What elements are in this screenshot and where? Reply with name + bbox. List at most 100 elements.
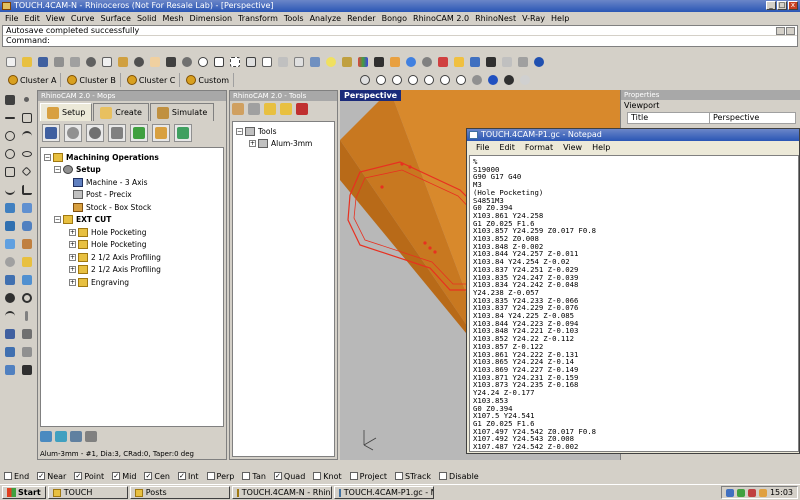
osnap-project[interactable]: Project [349,472,387,481]
expand-icon[interactable]: + [69,278,76,286]
rectangle-icon[interactable] [2,164,17,179]
menu-vray[interactable]: V-Ray [519,14,548,23]
tray-icon[interactable] [758,488,767,497]
light-icon[interactable] [452,55,466,69]
osnap-checkbox[interactable]: ✓ [37,472,46,480]
surface-icon[interactable] [2,200,17,215]
menu-rhinocam[interactable]: RhinoCAM 2.0 [410,14,472,23]
cluster-b-button[interactable]: Cluster B [63,73,121,87]
save-icon[interactable] [36,55,50,69]
layer-icon[interactable] [308,55,322,69]
simulate-settings-icon[interactable] [85,431,97,442]
menu-tools[interactable]: Tools [281,14,307,23]
taskbar-item-notepad[interactable]: TOUCH.4CAM-P1.gc - N... [333,486,434,499]
command-prompt[interactable]: Command: [3,36,797,46]
viewport-title[interactable]: Perspective [340,90,402,101]
fixture-button[interactable] [108,124,126,142]
tree-item-machine[interactable]: Machine - 3 Axis [41,176,223,189]
property-value[interactable]: Perspective [710,113,759,123]
render-tool-icon[interactable] [19,362,34,377]
collapse-icon[interactable]: − [236,127,243,135]
array-icon[interactable] [19,344,34,359]
tray-icon[interactable] [736,488,745,497]
osnap-checkbox[interactable] [395,472,404,480]
taskbar-item-rhino[interactable]: TOUCH.4CAM-N - Rhinoc... [231,486,332,499]
open-file-icon[interactable] [20,55,34,69]
cplane-icon[interactable] [292,55,306,69]
environment-icon[interactable] [468,55,482,69]
zoom-window-icon[interactable] [212,55,226,69]
notepad-text-area[interactable]: % S19000 G90 G17 G40 M3 (Hole Pocketing) S485… [469,155,799,452]
ellipse-icon[interactable] [19,146,34,161]
fillet-curve-icon[interactable] [19,182,34,197]
osnap-checkbox[interactable]: ✓ [177,472,186,480]
wire-sphere-icon[interactable] [390,73,404,87]
menu-edit[interactable]: Edit [21,14,43,23]
save-tool-icon[interactable] [264,103,276,115]
command-scroll-down-button[interactable] [786,27,795,35]
menu-file[interactable]: File [2,14,21,23]
osnap-checkbox[interactable] [242,472,251,480]
simulate-tool-icon[interactable] [40,431,52,442]
zoom-selected-icon[interactable] [244,55,258,69]
notepad-menu-file[interactable]: File [471,143,494,152]
simulate-stock-icon[interactable] [55,431,67,442]
rendered-sphere-icon[interactable] [486,73,500,87]
point-icon[interactable] [19,92,34,107]
taskbar-item-touch[interactable]: TOUCH [47,486,128,499]
osnap-disable[interactable]: Disable [439,472,479,481]
notepad-menu-view[interactable]: View [558,143,587,152]
free-curve-icon[interactable] [2,182,17,197]
osnap-checkbox[interactable]: ✓ [144,472,153,480]
osnap-strack[interactable]: STrack [395,472,431,481]
grid-icon[interactable] [276,55,290,69]
osnap-knot[interactable]: Knot [313,472,342,481]
polyline-icon[interactable] [19,110,34,125]
shaded-sphere-icon[interactable] [470,73,484,87]
osnap-checkbox[interactable] [4,472,12,480]
delete-tool-icon[interactable] [296,103,308,115]
osnap-end[interactable]: End [4,472,29,481]
menu-view[interactable]: View [43,14,68,23]
wire-sphere-icon[interactable] [454,73,468,87]
tree-item-ext-cut[interactable]: − EXT CUT [41,214,223,227]
points-icon[interactable] [388,55,402,69]
tree-item-machining-operations[interactable]: − Machining Operations [41,151,223,164]
zoom-icon[interactable] [196,55,210,69]
osnap-near[interactable]: ✓ Near [37,472,66,481]
collapse-icon[interactable]: − [54,216,61,224]
tree-item-post[interactable]: Post - Precix [41,189,223,202]
export-icon[interactable] [68,55,82,69]
minimize-button[interactable]: _ [766,1,776,10]
menu-analyze[interactable]: Analyze [307,14,345,23]
osnap-checkbox[interactable] [206,472,215,480]
copy-icon[interactable] [100,55,114,69]
paste-icon[interactable] [116,55,130,69]
target-icon[interactable] [19,290,34,305]
lock-icon[interactable] [340,55,354,69]
start-button[interactable]: Start [2,486,46,499]
select-arrow-icon[interactable] [2,92,17,107]
osnap-quad[interactable]: ✓ Quad [273,472,305,481]
menu-bongo[interactable]: Bongo [379,14,410,23]
wire-sphere-icon[interactable] [374,73,388,87]
extrude-icon[interactable] [19,200,34,215]
zoom-extents-icon[interactable] [228,55,242,69]
command-scroll-up-button[interactable] [776,27,785,35]
sphere-icon[interactable] [358,73,372,87]
color-icon[interactable] [356,55,370,69]
collapse-icon[interactable]: − [54,166,61,174]
osnap-checkbox[interactable]: ✓ [112,472,121,480]
collapse-icon[interactable]: − [44,153,51,161]
tree-item-setup[interactable]: − Setup [41,164,223,177]
new-file-icon[interactable] [4,55,18,69]
print-icon[interactable] [52,55,66,69]
cut-icon[interactable] [84,55,98,69]
cluster-c-button[interactable]: Cluster C [123,73,181,87]
line-icon[interactable] [2,110,17,125]
property-row[interactable]: Title Perspective [627,112,796,124]
wire-sphere-icon[interactable] [438,73,452,87]
load-tool-icon[interactable] [280,103,292,115]
loft-icon[interactable] [19,272,34,287]
osnap-tan[interactable]: Tan [242,472,266,481]
